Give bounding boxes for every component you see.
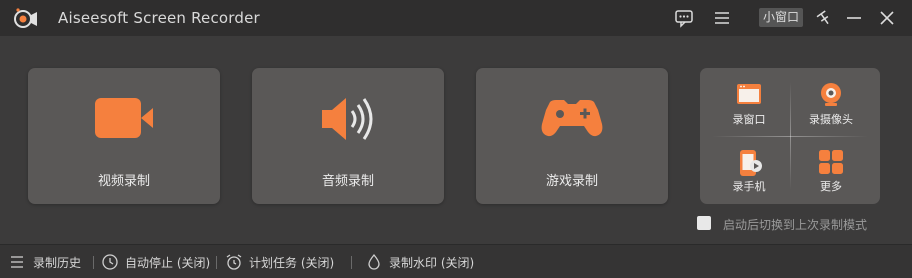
watermark-label: 录制水印 (关闭) [389, 256, 475, 270]
auto-stop-label: 自动停止 (关闭) [125, 256, 211, 270]
video-record-card[interactable]: 视频录制 [28, 68, 220, 204]
game-record-card[interactable]: 游戏录制 [476, 68, 668, 204]
schedule-task-label: 计划任务 (关闭) [249, 256, 335, 270]
recording-history-label: 录制历史 [33, 256, 82, 270]
more-modes-panel: 录窗口 录摄像头 录手机 更多 [700, 68, 880, 204]
game-record-label: 游戏录制 [545, 174, 598, 189]
more-label: 更多 [820, 180, 842, 193]
chat-icon[interactable] [673, 7, 695, 29]
audio-record-label: 音频录制 [321, 174, 374, 189]
list-icon [11, 256, 23, 268]
remember-mode-label: 启动后切换到上次录制模式 [723, 218, 868, 232]
webcam-icon [821, 83, 841, 106]
grid-icon [819, 150, 843, 174]
mini-window-button[interactable]: 小窗口 [759, 8, 804, 27]
record-webcam-option[interactable]: 录摄像头 [786, 69, 876, 137]
app-title: Aiseesoft Screen Recorder [58, 9, 260, 27]
separator [93, 256, 94, 269]
record-window-label: 录窗口 [732, 113, 766, 126]
video-record-label: 视频录制 [97, 174, 150, 189]
record-phone-option[interactable]: 录手机 [704, 136, 794, 204]
alarm-clock-icon [226, 254, 242, 270]
app-logo-icon [14, 8, 37, 28]
speaker-icon [322, 98, 373, 140]
record-phone-label: 录手机 [732, 180, 766, 193]
pin-icon[interactable] [813, 7, 835, 29]
menu-icon[interactable] [711, 7, 733, 29]
video-camera-icon [95, 98, 153, 138]
record-window-option[interactable]: 录窗口 [704, 69, 794, 137]
window-icon [737, 84, 761, 104]
audio-record-card[interactable]: 音频录制 [252, 68, 444, 204]
water-drop-icon [368, 253, 380, 270]
minimize-icon[interactable] [843, 7, 865, 29]
gamepad-icon [541, 100, 603, 137]
phone-icon [740, 150, 762, 176]
separator [351, 256, 352, 269]
separator [216, 256, 217, 269]
remember-mode-checkbox[interactable] [697, 216, 711, 230]
clock-icon [102, 254, 118, 270]
bottom-bar: 录制历史 自动停止 (关闭) 计划任务 (关闭) 录制水印 (关闭) [0, 244, 912, 278]
title-bar: Aiseesoft Screen Recorder 小窗口 [0, 0, 912, 36]
more-option[interactable]: 更多 [786, 136, 876, 204]
record-webcam-label: 录摄像头 [809, 113, 853, 126]
close-icon[interactable] [876, 7, 898, 29]
